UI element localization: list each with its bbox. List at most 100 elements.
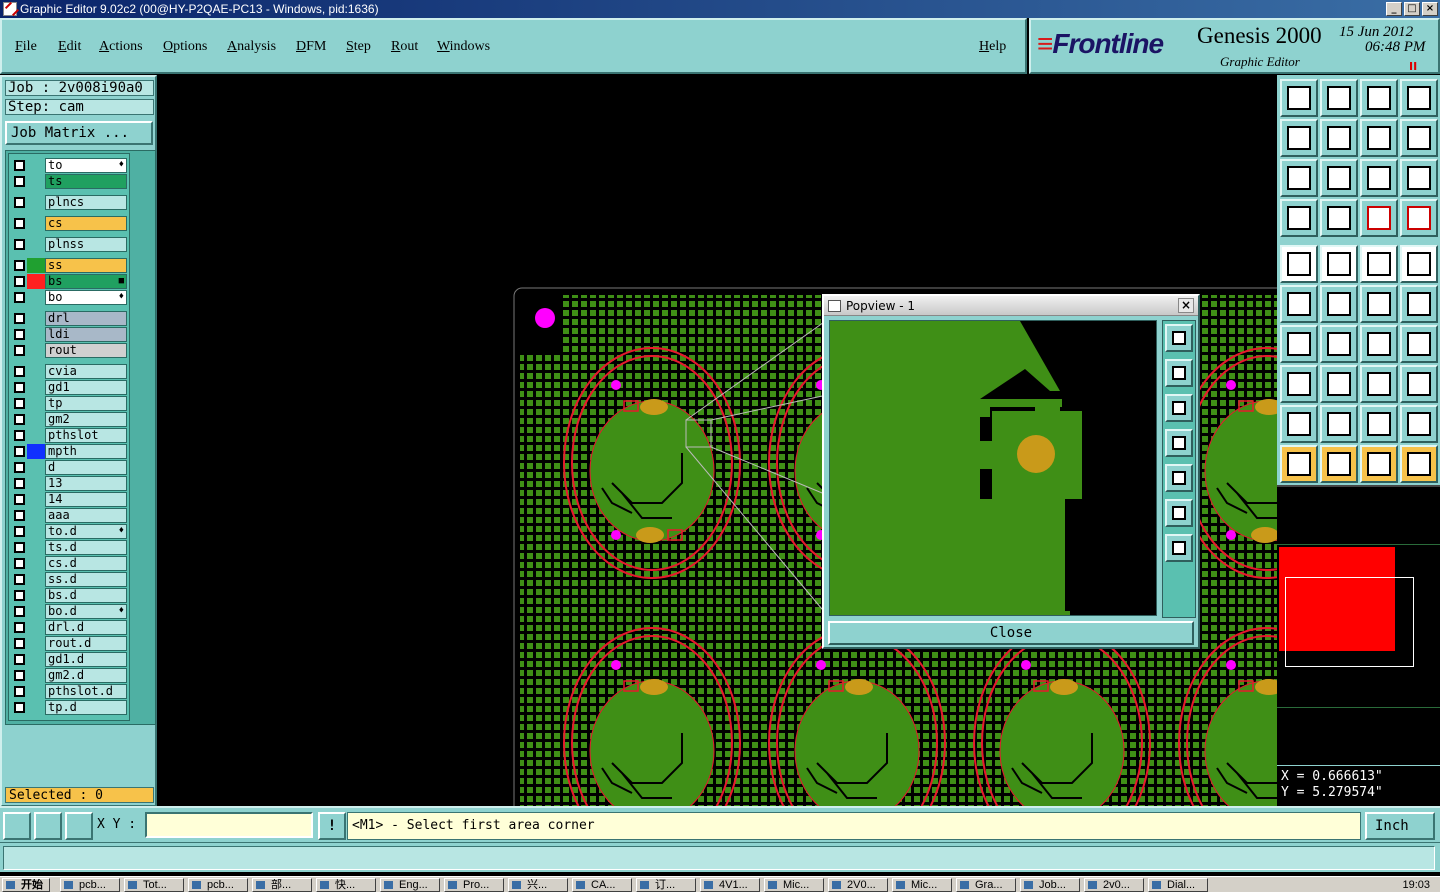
layer-color-swatch[interactable]	[27, 380, 45, 395]
zoom-home-icon[interactable]	[1320, 159, 1358, 197]
xy-input[interactable]	[145, 812, 313, 838]
layer-checkbox[interactable]	[14, 329, 25, 340]
taskbar-task[interactable]: 快...	[316, 878, 376, 892]
layer-name[interactable]: drl	[45, 311, 127, 326]
layer-name[interactable]: cvia	[45, 364, 127, 379]
layer-row[interactable]: cs	[12, 216, 130, 231]
layer-name[interactable]: ts	[45, 174, 127, 189]
layer-checkbox[interactable]	[14, 526, 25, 537]
popview-zoom-in-icon[interactable]	[1165, 499, 1193, 527]
layer-name[interactable]: plnss	[45, 237, 127, 252]
layer-color-swatch[interactable]	[27, 274, 45, 289]
pan-right-icon[interactable]	[1320, 119, 1358, 157]
layer-checkbox[interactable]	[14, 276, 25, 287]
menu-actions[interactable]: Actions	[99, 39, 143, 55]
taskbar-task[interactable]: pcb...	[60, 878, 120, 892]
layer-row[interactable]: tp.d	[12, 700, 130, 715]
add-line-icon[interactable]	[1320, 245, 1358, 283]
outline-icon[interactable]	[1400, 405, 1438, 443]
menu-help[interactable]: Help	[979, 39, 1006, 55]
layer-color-swatch[interactable]	[27, 311, 45, 326]
popview-close-icon[interactable]: ×	[1178, 298, 1194, 313]
layer-checkbox[interactable]	[14, 260, 25, 271]
job-matrix-button[interactable]: Job Matrix ...	[5, 121, 153, 145]
layer-row[interactable]: bo.d ♦	[12, 604, 130, 619]
copy-icon[interactable]	[1400, 285, 1438, 323]
layer-row[interactable]: ts.d	[12, 540, 130, 555]
menu-options[interactable]: Options	[163, 39, 207, 55]
layer-checkbox[interactable]	[14, 160, 25, 171]
layer-row[interactable]: gd1	[12, 380, 130, 395]
layer-color-swatch[interactable]	[27, 540, 45, 555]
layer-name[interactable]: bo ♦	[45, 290, 127, 305]
layer-checkbox[interactable]	[14, 702, 25, 713]
cut-line-icon[interactable]	[1320, 365, 1358, 403]
select-touch-icon[interactable]	[1360, 445, 1398, 483]
layer-checkbox[interactable]	[14, 313, 25, 324]
layer-checkbox[interactable]	[14, 654, 25, 665]
taskbar-task[interactable]: Mic...	[764, 878, 824, 892]
layer-color-swatch[interactable]	[27, 524, 45, 539]
unit-selector[interactable]: Inch	[1365, 812, 1435, 840]
layer-name[interactable]: rout	[45, 343, 127, 358]
measure-mode-icon[interactable]	[34, 812, 62, 840]
layer-name[interactable]: cs	[45, 216, 127, 231]
layer-name[interactable]: gd1	[45, 380, 127, 395]
layer-color-swatch[interactable]	[27, 174, 45, 189]
layer-checkbox[interactable]	[14, 345, 25, 356]
popview-close-button[interactable]: Close	[828, 621, 1194, 645]
menu-analysis[interactable]: Analysis	[227, 39, 276, 55]
layer-row[interactable]: cs.d	[12, 556, 130, 571]
layer-color-swatch[interactable]	[27, 620, 45, 635]
layer-row[interactable]: gd1.d	[12, 652, 130, 667]
layer-color-swatch[interactable]	[27, 572, 45, 587]
layer-name[interactable]: plncs	[45, 195, 127, 210]
layer-name[interactable]: bs ■	[45, 274, 127, 289]
layer-row[interactable]: 14	[12, 492, 130, 507]
delete-icon[interactable]	[1320, 285, 1358, 323]
prompt-info-icon[interactable]: !	[318, 812, 346, 840]
popview-zoom-icon[interactable]	[1165, 324, 1193, 352]
layer-checkbox[interactable]	[14, 366, 25, 377]
layer-name[interactable]: tp.d	[45, 700, 127, 715]
group-icon[interactable]	[1400, 365, 1438, 403]
layer-checkbox[interactable]	[14, 670, 25, 681]
scale-1to2-icon[interactable]	[1360, 159, 1398, 197]
layer-name[interactable]: ldi	[45, 327, 127, 342]
layer-color-swatch[interactable]	[27, 700, 45, 715]
layer-color-swatch[interactable]	[27, 652, 45, 667]
layer-row[interactable]: drl.d	[12, 620, 130, 635]
menu-file[interactable]: File	[15, 39, 37, 55]
layer-row[interactable]: d	[12, 460, 130, 475]
layer-checkbox[interactable]	[14, 510, 25, 521]
snap-tool-icon[interactable]	[1320, 199, 1358, 237]
layer-row[interactable]: rout.d	[12, 636, 130, 651]
measure-tool-icon[interactable]	[1280, 199, 1318, 237]
layer-name[interactable]: d	[45, 460, 127, 475]
menu-edit[interactable]: Edit	[58, 39, 81, 55]
layer-checkbox[interactable]	[14, 542, 25, 553]
layer-color-swatch[interactable]	[27, 327, 45, 342]
layer-swap-icon[interactable]	[1400, 199, 1438, 237]
triangle-icon[interactable]	[1320, 405, 1358, 443]
layer-name[interactable]: gm2.d	[45, 668, 127, 683]
layer-checkbox[interactable]	[14, 478, 25, 489]
home-icon[interactable]	[1360, 79, 1398, 117]
layer-row[interactable]: bs ■	[12, 274, 130, 289]
layer-checkbox[interactable]	[14, 686, 25, 697]
layer-name[interactable]: gd1.d	[45, 652, 127, 667]
layer-color-swatch[interactable]	[27, 460, 45, 475]
layer-color-swatch[interactable]	[27, 556, 45, 571]
redraw-icon[interactable]	[1400, 119, 1438, 157]
layer-row[interactable]: ts	[12, 174, 130, 189]
select-net-path-icon[interactable]	[1400, 445, 1438, 483]
layer-compare-icon[interactable]	[1360, 199, 1398, 237]
layer-checkbox[interactable]	[14, 218, 25, 229]
layer-color-swatch[interactable]	[27, 444, 45, 459]
taskbar-task[interactable]: 兴...	[508, 878, 568, 892]
layer-name[interactable]: bs.d	[45, 588, 127, 603]
layer-row[interactable]: ldi	[12, 327, 130, 342]
layer-row[interactable]: pthslot	[12, 428, 130, 443]
layer-color-swatch[interactable]	[27, 258, 45, 273]
help-query-icon[interactable]	[1400, 159, 1438, 197]
